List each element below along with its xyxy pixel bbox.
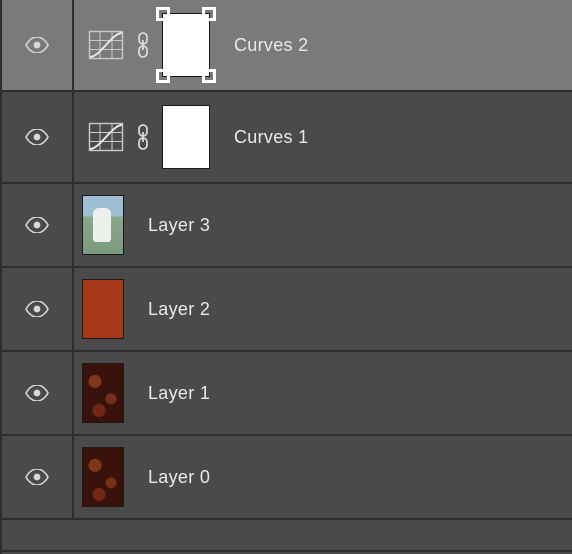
layers-panel: Curves 2: [0, 0, 572, 554]
layer-thumbnail[interactable]: [82, 195, 124, 255]
layer-name[interactable]: Curves 1: [234, 127, 308, 148]
layer-content: Curves 2: [74, 0, 308, 90]
layer-name[interactable]: Curves 2: [234, 35, 308, 56]
layer-row[interactable]: Curves 2: [2, 0, 572, 92]
eye-icon: [25, 217, 49, 233]
layer-content: Layer 1: [74, 352, 210, 434]
eye-icon: [25, 37, 49, 53]
layer-content: Curves 1: [74, 92, 308, 182]
link-icon: [134, 32, 152, 58]
curves-adjustment-icon: [88, 30, 124, 60]
layer-name[interactable]: Layer 0: [148, 467, 210, 488]
layer-content: Layer 0: [74, 436, 210, 518]
visibility-toggle[interactable]: [2, 92, 74, 182]
layer-row[interactable]: Layer 3: [2, 184, 572, 268]
visibility-toggle[interactable]: [2, 184, 74, 266]
curves-adjustment-icon: [88, 122, 124, 152]
eye-icon: [25, 301, 49, 317]
layer-content: Layer 2: [74, 268, 210, 350]
visibility-toggle[interactable]: [2, 0, 74, 90]
layer-row[interactable]: Curves 1: [2, 92, 572, 184]
visibility-toggle[interactable]: [2, 268, 74, 350]
layer-mask-thumbnail[interactable]: [162, 105, 210, 169]
eye-icon: [25, 469, 49, 485]
layer-name[interactable]: Layer 1: [148, 383, 210, 404]
layer-thumbnail[interactable]: [82, 447, 124, 507]
layer-content: Layer 3: [74, 184, 210, 266]
panel-footer: [2, 520, 572, 552]
visibility-toggle[interactable]: [2, 436, 74, 518]
layer-row[interactable]: Layer 1: [2, 352, 572, 436]
link-icon: [134, 124, 152, 150]
visibility-toggle[interactable]: [2, 352, 74, 434]
layer-row[interactable]: Layer 0: [2, 436, 572, 520]
eye-icon: [25, 385, 49, 401]
layer-mask-thumbnail[interactable]: [162, 13, 210, 77]
eye-icon: [25, 129, 49, 145]
layer-name[interactable]: Layer 3: [148, 215, 210, 236]
layer-row[interactable]: Layer 2: [2, 268, 572, 352]
layer-thumbnail[interactable]: [82, 279, 124, 339]
layer-name[interactable]: Layer 2: [148, 299, 210, 320]
layer-thumbnail[interactable]: [82, 363, 124, 423]
